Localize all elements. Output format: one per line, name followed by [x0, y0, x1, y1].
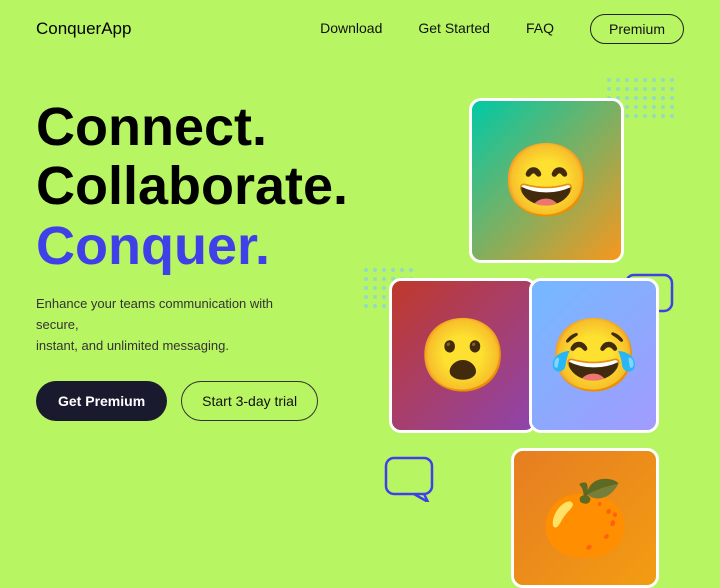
person-emoji-1: 😄	[502, 138, 592, 223]
hero-headline: Connect. Collaborate. Conquer.	[36, 98, 354, 276]
get-started-link[interactable]: Get Started	[418, 20, 490, 36]
premium-nav-button[interactable]: Premium	[590, 14, 684, 44]
hero-subtext: Enhance your teams communication with se…	[36, 294, 286, 356]
hero-section: Connect. Collaborate. Conquer. Enhance y…	[0, 58, 720, 528]
nav-item-premium[interactable]: Premium	[590, 14, 684, 44]
download-link[interactable]: Download	[320, 20, 382, 36]
person-emoji-3: 😂	[549, 313, 639, 398]
logo-text: ConquerApp	[36, 19, 131, 38]
hero-right: 😄 😮 😂	[354, 68, 684, 528]
photo-card-3: 😂	[529, 278, 659, 433]
trial-button[interactable]: Start 3-day trial	[181, 381, 318, 421]
nav-item-get-started[interactable]: Get Started	[418, 20, 490, 38]
photo-card-4: 🍊	[511, 448, 659, 588]
headline-line3: Conquer.	[36, 216, 270, 276]
subtext-line1: Enhance your teams communication with se…	[36, 296, 273, 332]
person-emoji-4: 🍊	[540, 476, 630, 561]
get-premium-button[interactable]: Get Premium	[36, 381, 167, 421]
nav-links: Download Get Started FAQ Premium	[320, 14, 684, 44]
headline-line1: Connect.	[36, 97, 267, 157]
nav-item-faq[interactable]: FAQ	[526, 20, 554, 38]
photo-card-1: 😄	[469, 98, 624, 263]
hero-cta: Get Premium Start 3-day trial	[36, 381, 354, 421]
headline-line2: Collaborate.	[36, 156, 348, 216]
nav-item-download[interactable]: Download	[320, 20, 382, 38]
chat-bubble-left	[384, 456, 436, 502]
logo: ConquerApp	[36, 19, 131, 39]
person-emoji-2: 😮	[418, 313, 508, 398]
hero-left: Connect. Collaborate. Conquer. Enhance y…	[36, 68, 354, 528]
subtext-line2: instant, and unlimited messaging.	[36, 338, 229, 353]
navbar: ConquerApp Download Get Started FAQ Prem…	[0, 0, 720, 58]
photo-card-2: 😮	[389, 278, 537, 433]
faq-link[interactable]: FAQ	[526, 20, 554, 36]
